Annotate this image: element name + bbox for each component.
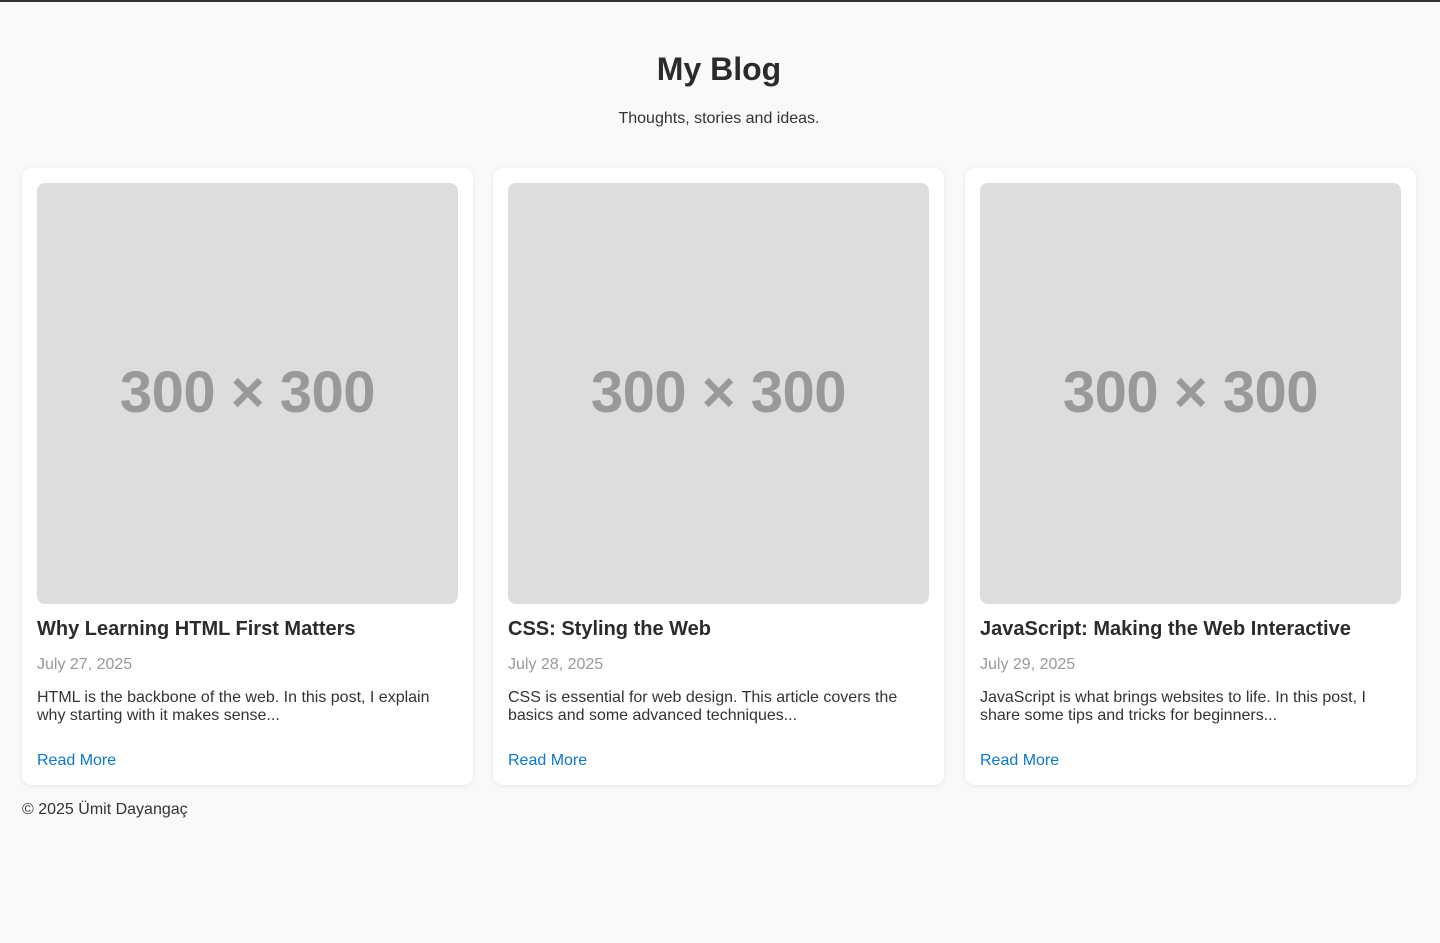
site-title: My Blog: [656, 51, 782, 87]
read-more-link[interactable]: Read More: [980, 751, 1059, 770]
posts-grid: 300 × 300 Why Learning HTML First Matter…: [22, 168, 1416, 785]
site-tagline: Thoughts, stories and ideas.: [618, 110, 820, 127]
post-image-placeholder: 300 × 300: [508, 183, 929, 604]
post-excerpt: JavaScript is what brings websites to li…: [980, 689, 1366, 724]
read-more-link[interactable]: Read More: [37, 751, 116, 770]
post-title: JavaScript: Making the Web Interactive: [980, 618, 1351, 640]
post-excerpt: CSS is essential for web design. This ar…: [508, 689, 898, 724]
post-card: 300 × 300 Why Learning HTML First Matter…: [22, 168, 473, 785]
post-date: July 27, 2025: [37, 656, 133, 673]
site-footer: © 2025 Ümit Dayangaç: [22, 801, 188, 818]
post-title: CSS: Styling the Web: [508, 618, 711, 640]
post-card: 300 × 300 CSS: Styling the Web July 28, …: [493, 168, 944, 785]
top-border: [0, 0, 1440, 2]
post-image-placeholder: 300 × 300: [980, 183, 1401, 604]
post-excerpt: HTML is the backbone of the web. In this…: [37, 689, 430, 724]
post-date: July 29, 2025: [980, 656, 1076, 673]
post-card: 300 × 300 JavaScript: Making the Web Int…: [965, 168, 1416, 785]
image-size-label: 300 × 300: [590, 360, 847, 425]
post-title: Why Learning HTML First Matters: [37, 618, 356, 640]
image-size-label: 300 × 300: [1062, 360, 1319, 425]
read-more-link[interactable]: Read More: [508, 751, 587, 770]
post-image-placeholder: 300 × 300: [37, 183, 458, 604]
post-date: July 28, 2025: [508, 656, 604, 673]
image-size-label: 300 × 300: [119, 360, 376, 425]
